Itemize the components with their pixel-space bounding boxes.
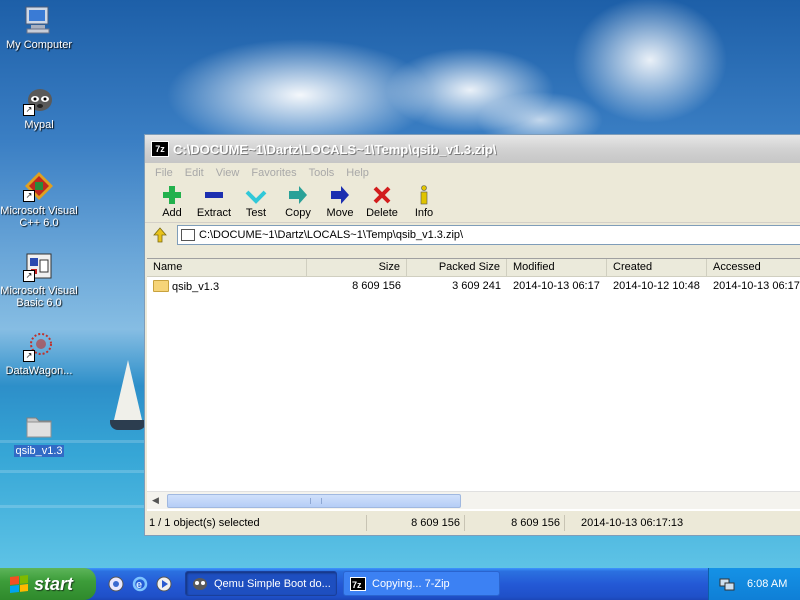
- system-tray: 6:08 AM: [708, 568, 800, 600]
- svg-text:7z: 7z: [352, 580, 362, 590]
- column-modified[interactable]: Modified: [507, 259, 607, 276]
- mypal-icon: ↗: [23, 84, 55, 116]
- extract-button[interactable]: Extract: [193, 182, 235, 219]
- desktop-icon-mypal[interactable]: ↗ Mypal: [0, 84, 81, 131]
- visual-cpp-icon: ↗: [23, 170, 55, 202]
- shortcut-arrow-icon: ↗: [23, 270, 35, 282]
- column-accessed[interactable]: Accessed: [707, 259, 800, 276]
- svg-text:e: e: [136, 579, 142, 591]
- menu-help[interactable]: Help: [340, 167, 375, 179]
- move-icon: [331, 186, 349, 204]
- desktop-icon-qsib-folder[interactable]: qsib_v1.3: [0, 410, 81, 457]
- status-selection: 1 / 1 object(s) selected: [145, 515, 367, 531]
- my-computer-icon: [23, 4, 55, 36]
- 7zip-icon: 7z: [151, 141, 169, 157]
- mypal-icon: [193, 577, 207, 590]
- scrollbar-thumb[interactable]: [167, 494, 461, 508]
- toolbar: Add Extract Test Copy Move Delete Info: [145, 182, 800, 223]
- status-size: 8 609 156: [367, 515, 465, 531]
- horizontal-scrollbar[interactable]: ◀: [147, 491, 800, 509]
- menu-favorites[interactable]: Favorites: [245, 167, 302, 179]
- media-player-icon[interactable]: [156, 576, 172, 592]
- cell-modified: 2014-10-13 06:17: [513, 280, 600, 292]
- column-packed-size[interactable]: Packed Size: [407, 259, 507, 276]
- move-button[interactable]: Move: [319, 182, 361, 219]
- desktop-icon-my-computer[interactable]: My Computer: [0, 4, 81, 51]
- info-button[interactable]: Info: [403, 182, 445, 219]
- task-qemu-boot[interactable]: Qemu Simple Boot do...: [185, 571, 337, 596]
- info-icon: [420, 185, 428, 205]
- column-created[interactable]: Created: [607, 259, 707, 276]
- 7zip-window: 7z C:\DOCUME~1\Dartz\LOCALS~1\Temp\qsib_…: [144, 134, 800, 536]
- shortcut-arrow-icon: ↗: [23, 350, 35, 362]
- copy-button[interactable]: Copy: [277, 182, 319, 219]
- menu-file[interactable]: File: [149, 167, 179, 179]
- 7zip-icon: 7z: [350, 576, 366, 591]
- address-text: C:\DOCUME~1\Dartz\LOCALS~1\Temp\qsib_v1.…: [199, 229, 464, 241]
- menubar: File Edit View Favorites Tools Help: [145, 163, 800, 182]
- add-icon: [163, 186, 181, 204]
- desktop-icon-visual-basic[interactable]: ↗ Microsoft Visual Basic 6.0: [0, 250, 81, 309]
- address-field[interactable]: C:\DOCUME~1\Dartz\LOCALS~1\Temp\qsib_v1.…: [177, 225, 800, 245]
- visual-basic-icon: ↗: [23, 250, 55, 282]
- cell-size: 8 609 156: [352, 280, 401, 292]
- scroll-left-icon[interactable]: ◀: [149, 494, 162, 507]
- test-icon: [245, 190, 267, 204]
- shortcut-arrow-icon: ↗: [23, 190, 35, 202]
- cell-packed-size: 3 609 241: [452, 280, 501, 292]
- column-headers: Name Size Packed Size Modified Created A…: [147, 259, 800, 277]
- start-button[interactable]: start: [0, 568, 96, 600]
- table-row[interactable]: qsib_v1.3 8 609 156 3 609 241 2014-10-13…: [147, 277, 800, 295]
- delete-button[interactable]: Delete: [361, 182, 403, 219]
- desktop-icon-datawagon[interactable]: ↗ DataWagon...: [0, 330, 81, 377]
- status-date: 2014-10-13 06:17:13: [581, 517, 684, 529]
- sailboat-sail: [114, 360, 142, 420]
- window-titlebar[interactable]: 7z C:\DOCUME~1\Dartz\LOCALS~1\Temp\qsib_…: [145, 135, 800, 163]
- folder-icon: [153, 279, 169, 292]
- column-size[interactable]: Size: [307, 259, 407, 276]
- archive-icon: [181, 229, 195, 241]
- test-button[interactable]: Test: [235, 182, 277, 219]
- file-list[interactable]: Name Size Packed Size Modified Created A…: [147, 258, 800, 511]
- shortcut-arrow-icon: ↗: [23, 104, 35, 116]
- address-bar: C:\DOCUME~1\Dartz\LOCALS~1\Temp\qsib_v1.…: [145, 223, 800, 247]
- cell-created: 2014-10-12 10:48: [613, 280, 700, 292]
- extract-icon: [205, 192, 223, 198]
- copy-icon: [289, 186, 307, 204]
- folder-icon: [23, 410, 55, 442]
- menu-tools[interactable]: Tools: [303, 167, 341, 179]
- show-desktop-icon[interactable]: [108, 576, 124, 592]
- menu-edit[interactable]: Edit: [179, 167, 210, 179]
- cell-accessed: 2014-10-13 06:17: [713, 280, 800, 292]
- clock[interactable]: 6:08 AM: [747, 578, 787, 590]
- cell-name: qsib_v1.3: [147, 279, 307, 293]
- status-packed-size: 8 609 156: [465, 515, 565, 531]
- windows-logo-icon: [10, 575, 28, 593]
- internet-explorer-icon[interactable]: e: [132, 576, 148, 592]
- up-folder-icon[interactable]: [151, 226, 169, 244]
- grip-icon: [310, 498, 322, 504]
- datawagon-icon: ↗: [23, 330, 55, 362]
- sailboat-hull: [110, 420, 146, 430]
- column-name[interactable]: Name: [147, 259, 307, 276]
- add-button[interactable]: Add: [151, 182, 193, 219]
- menu-view[interactable]: View: [210, 167, 246, 179]
- window-title: C:\DOCUME~1\Dartz\LOCALS~1\Temp\qsib_v1.…: [173, 141, 497, 157]
- desktop-icon-visual-cpp[interactable]: ↗ Microsoft Visual C++ 6.0: [0, 170, 81, 229]
- delete-icon: [373, 186, 391, 204]
- network-icon[interactable]: [719, 576, 735, 592]
- task-7zip-copying[interactable]: 7z Copying... 7-Zip: [343, 571, 500, 596]
- status-bar: 1 / 1 object(s) selected 8 609 156 8 609…: [145, 512, 800, 534]
- taskbar: start e Qemu Simple Boot do... 7z Copyin…: [0, 568, 800, 600]
